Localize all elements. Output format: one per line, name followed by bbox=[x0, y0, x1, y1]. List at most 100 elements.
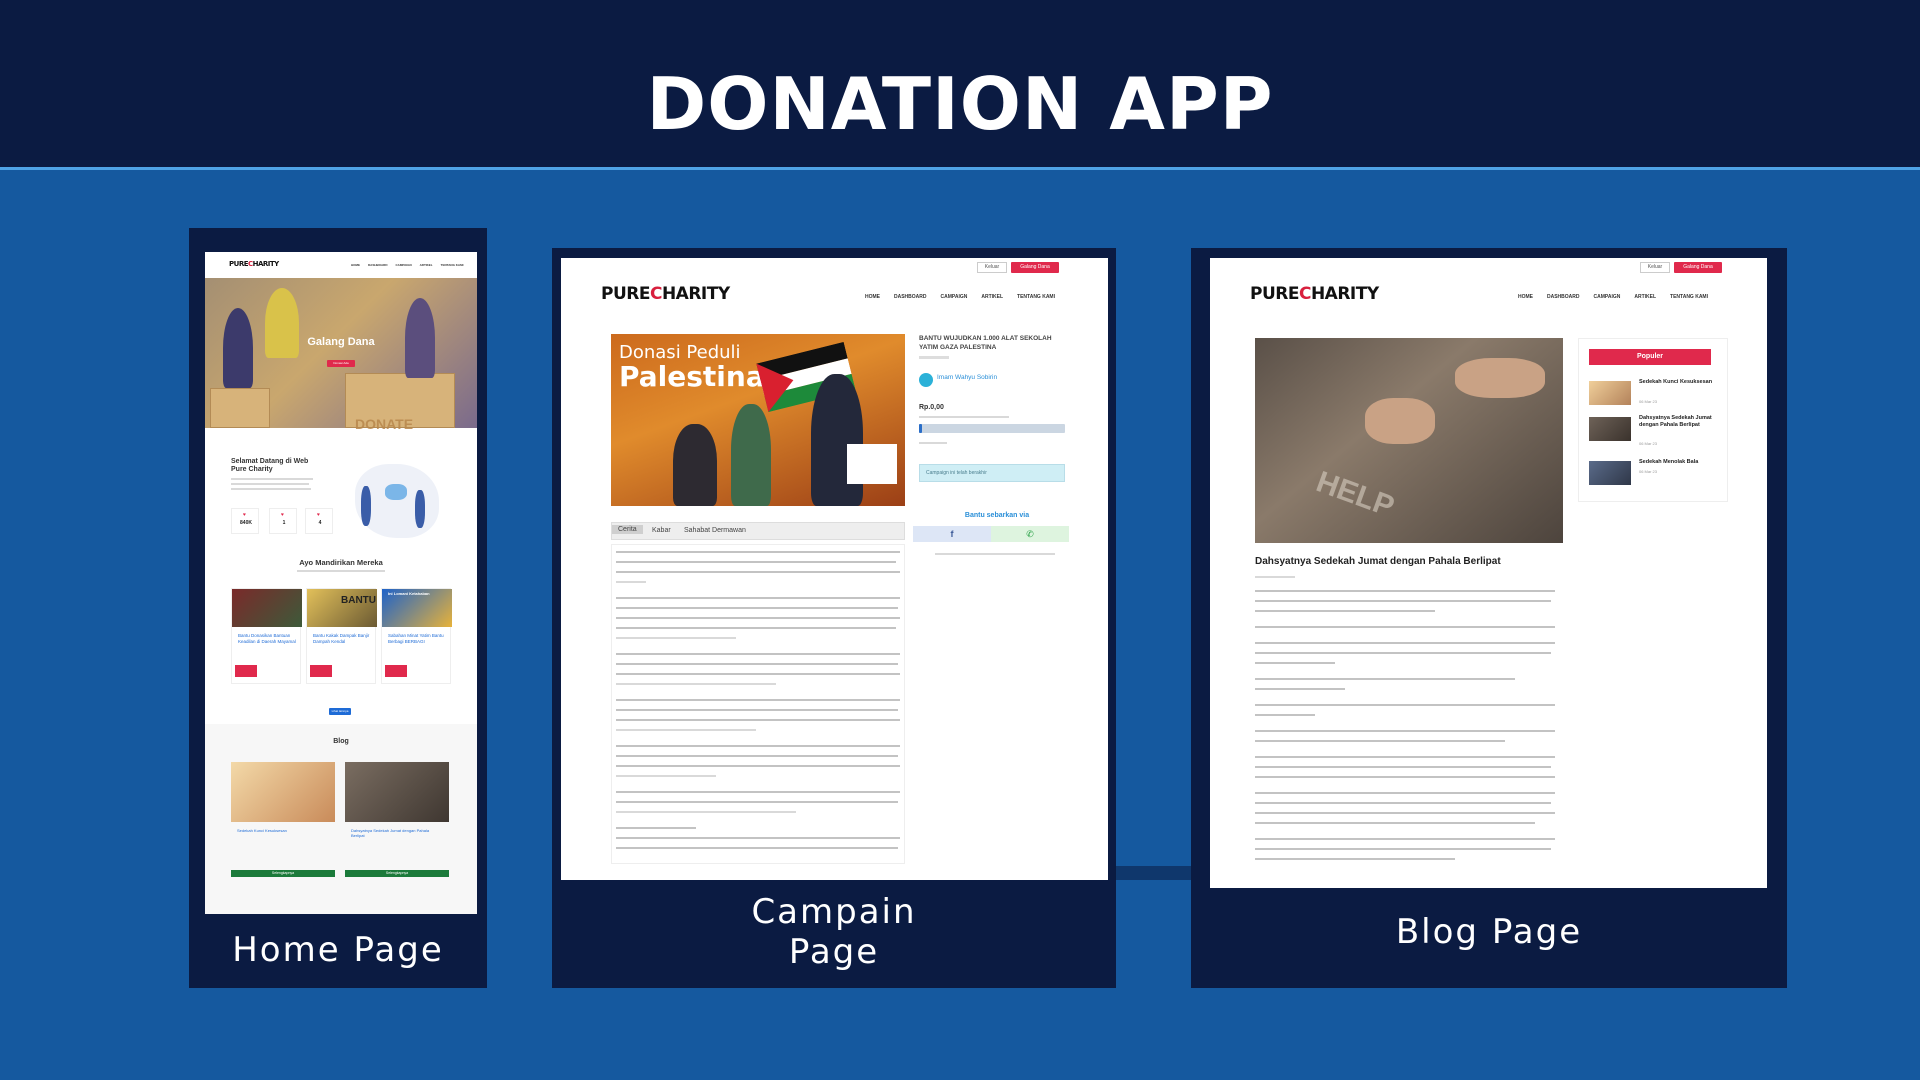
facebook-share-button[interactable]: f bbox=[913, 526, 991, 542]
blog-read-button[interactable]: Selengkapnya bbox=[345, 870, 449, 877]
nav-tentang[interactable]: TENTANG KAMI bbox=[1670, 294, 1708, 300]
text-line bbox=[616, 699, 900, 701]
blog-read-button[interactable]: Selengkapnya bbox=[231, 870, 335, 877]
blog-thumb[interactable] bbox=[345, 762, 449, 822]
nav-dashboard[interactable]: DASHBOARD bbox=[894, 294, 927, 300]
campaign-image: Donasi Peduli Palestina bbox=[611, 334, 905, 506]
login-button[interactable]: Keluar bbox=[1640, 262, 1670, 273]
text-line bbox=[616, 607, 898, 609]
campaign-panel-label: Campain Page bbox=[552, 892, 1116, 972]
illustration-figure bbox=[415, 490, 425, 528]
blog-thumb[interactable] bbox=[231, 762, 335, 822]
campaign-author[interactable]: Imam Wahyu Sobirin bbox=[937, 374, 997, 381]
campaign-tabs: Cerita Kabar Sahabat Dermawan bbox=[611, 522, 905, 540]
campaign-screenshot[interactable]: Keluar Galang Dana PURECHARITY HOME DASH… bbox=[561, 258, 1108, 880]
text-line bbox=[1255, 822, 1535, 824]
text-line bbox=[1255, 652, 1551, 654]
text-line bbox=[919, 416, 1009, 418]
text-line bbox=[616, 755, 898, 757]
campaign-card[interactable]: Ini Lomani Ketahaban Sabahan Minat Yatim… bbox=[381, 588, 452, 684]
blog-post-title[interactable]: Dahsyatnya Sedekah Jumat dengan Pahala B… bbox=[351, 828, 441, 838]
site-logo[interactable]: PURECHARITY bbox=[1250, 284, 1379, 304]
nav-dashboard[interactable]: DASHBOARD bbox=[368, 263, 388, 267]
text-line bbox=[1255, 802, 1551, 804]
tab-kabar[interactable]: Kabar bbox=[652, 527, 671, 534]
text-line bbox=[616, 765, 900, 767]
nav-home[interactable]: HOME bbox=[1518, 294, 1533, 300]
popular-item[interactable]: Dahsyatnya Sedekah Jumat dengan Pahala B… bbox=[1589, 415, 1719, 446]
nav-tentang[interactable]: TENTANG KAMI bbox=[1017, 294, 1055, 300]
nav-campaign[interactable]: CAMPAIGN bbox=[941, 294, 968, 300]
campaign-amount: Rp.0,00 bbox=[919, 404, 944, 411]
popular-item[interactable]: Sedekah Menolak Bala 06 Mar 23 bbox=[1589, 459, 1719, 489]
text-line bbox=[1255, 590, 1555, 592]
text-line bbox=[1255, 610, 1435, 612]
nav-artikel[interactable]: ARTIKEL bbox=[1634, 294, 1656, 300]
text-line bbox=[1255, 740, 1505, 742]
user-icon bbox=[919, 373, 933, 387]
site-nav: HOME DASHBOARD CAMPAIGN ARTIKEL TENTANG … bbox=[351, 263, 463, 267]
campaign-card[interactable]: BANTU Bantu Kakak Dampak Banjir Dampah K… bbox=[306, 588, 377, 684]
campaign-story bbox=[611, 544, 905, 864]
blog-screenshot[interactable]: Keluar Galang Dana PURECHARITY HOME DASH… bbox=[1210, 258, 1767, 888]
campaign-image-subtitle: Palestina bbox=[619, 360, 765, 393]
text-line bbox=[1255, 812, 1555, 814]
text-line bbox=[616, 683, 776, 685]
campaign-card[interactable]: Bantu Donasikan Bantuan Keadilan di Daer… bbox=[231, 588, 302, 684]
nav-tentang[interactable]: TENTANG KAMI bbox=[441, 263, 464, 267]
text-line bbox=[1255, 776, 1555, 778]
text-line bbox=[1255, 858, 1455, 860]
site-logo[interactable]: PURECHARITY bbox=[601, 284, 730, 304]
hero-banner: Galang Dana Donasi Ada DONATE bbox=[205, 278, 477, 432]
text-line bbox=[616, 561, 896, 563]
campaign-panel: Keluar Galang Dana PURECHARITY HOME DASH… bbox=[552, 248, 1116, 988]
campaign-poster bbox=[847, 444, 897, 484]
tab-cerita[interactable]: Cerita bbox=[612, 525, 643, 534]
site-logo[interactable]: PURECHARITY bbox=[229, 260, 279, 268]
campaign-label-line2: Page bbox=[788, 932, 880, 972]
illustration-figure bbox=[361, 486, 371, 526]
hero-watermark: DONATE bbox=[355, 416, 414, 432]
text-line bbox=[616, 827, 696, 829]
card-badge bbox=[235, 665, 257, 677]
nav-dashboard[interactable]: DASHBOARD bbox=[1547, 294, 1580, 300]
blog-post-title[interactable]: Sedekah Kunci Kesuksesan bbox=[237, 828, 287, 833]
more-button[interactable]: Lihat lainnya bbox=[329, 708, 351, 715]
text-line bbox=[616, 775, 716, 777]
tab-sahabat[interactable]: Sahabat Dermawan bbox=[684, 527, 746, 534]
whatsapp-share-button[interactable]: ✆ bbox=[991, 526, 1069, 542]
text-line bbox=[616, 719, 900, 721]
help-sign: HELP bbox=[1311, 465, 1399, 524]
blog-body bbox=[1255, 576, 1565, 876]
illustration-figure bbox=[385, 484, 407, 500]
nav-campaign[interactable]: CAMPAIGN bbox=[396, 263, 412, 267]
cta-button[interactable]: Galang Dana bbox=[1011, 262, 1059, 273]
text-line bbox=[1255, 576, 1295, 578]
popular-item[interactable]: Sedekah Kunci Kesuksesan 06 Mar 23 bbox=[1589, 379, 1719, 409]
login-button[interactable]: Keluar bbox=[977, 262, 1007, 273]
nav-home[interactable]: HOME bbox=[351, 263, 360, 267]
text-line bbox=[616, 581, 646, 583]
hero-button[interactable]: Donasi Ada bbox=[327, 360, 355, 367]
popular-item-date: 06 Mar 23 bbox=[1639, 469, 1658, 474]
nav-artikel[interactable]: ARTIKEL bbox=[981, 294, 1003, 300]
text-line bbox=[616, 801, 898, 803]
text-line bbox=[616, 663, 898, 665]
stat-box: ♥ 4 bbox=[305, 508, 333, 534]
popular-header: Populer bbox=[1589, 349, 1711, 365]
blog-section-title: Blog bbox=[333, 738, 349, 745]
panel-connector bbox=[1115, 866, 1191, 880]
site-nav: HOME DASHBOARD CAMPAIGN ARTIKEL TENTANG … bbox=[1518, 294, 1708, 300]
nav-home[interactable]: HOME bbox=[865, 294, 880, 300]
person-figure bbox=[811, 374, 863, 506]
popular-item-title: Sedekah Menolak Bala bbox=[1639, 459, 1699, 465]
nav-artikel[interactable]: ARTIKEL bbox=[420, 263, 433, 267]
card-badge bbox=[310, 665, 332, 677]
blog-title: Dahsyatnya Sedekah Jumat dengan Pahala B… bbox=[1255, 556, 1501, 567]
text-line bbox=[616, 627, 896, 629]
campaign-title: BANTU WUJUDKAN 1.000 ALAT SEKOLAH YATIM … bbox=[919, 335, 1052, 351]
home-screenshot[interactable]: PURECHARITY HOME DASHBOARD CAMPAIGN ARTI… bbox=[205, 252, 477, 914]
cta-button[interactable]: Galang Dana bbox=[1674, 262, 1722, 273]
site-nav: HOME DASHBOARD CAMPAIGN ARTIKEL TENTANG … bbox=[865, 294, 1055, 300]
nav-campaign[interactable]: CAMPAIGN bbox=[1594, 294, 1621, 300]
